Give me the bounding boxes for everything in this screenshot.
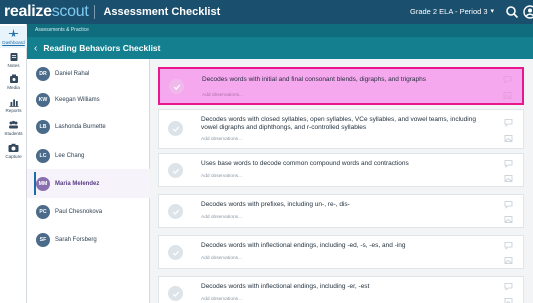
observations-input[interactable]: Add observations... — [201, 297, 242, 302]
rail-label: Reports — [5, 108, 22, 113]
comment-icon[interactable] — [504, 118, 513, 127]
student-item[interactable]: LC Lee Chang — [27, 141, 150, 170]
comment-icon[interactable] — [504, 241, 513, 250]
student-name: Maria Melendez — [55, 180, 100, 187]
top-bar: realizescout Assessment Checklist Grade … — [0, 0, 533, 24]
student-item[interactable]: LB Lashonda Burnette — [27, 112, 150, 141]
check-circle-icon[interactable] — [168, 121, 183, 136]
media-icon — [9, 74, 18, 83]
avatar: SF — [36, 232, 50, 247]
avatar: PC — [36, 204, 50, 219]
rail-students[interactable]: Students — [0, 120, 27, 136]
student-list: DR Daniel Rahal KW Keegan Williams LB La… — [27, 59, 150, 303]
check-circle-icon[interactable] — [168, 245, 183, 260]
image-icon[interactable] — [504, 256, 513, 265]
class-selector[interactable]: Grade 2 ELA - Period 3 ▾ — [410, 0, 494, 24]
image-icon[interactable] — [504, 215, 513, 224]
image-icon[interactable] — [504, 297, 513, 303]
back-arrow-icon[interactable]: ‹ — [27, 43, 43, 54]
item-text: Decodes words with closed syllables, ope… — [201, 116, 476, 131]
avatar: KW — [36, 92, 50, 107]
image-icon[interactable] — [503, 91, 512, 100]
observations-input[interactable]: Add observations... — [201, 256, 242, 261]
breadcrumb[interactable]: Assessments & Practice — [27, 24, 533, 37]
student-name: Sarah Forsberg — [55, 236, 97, 243]
student-item[interactable]: SF Sarah Forsberg — [27, 225, 150, 254]
student-name: Lashonda Burnette — [55, 123, 106, 130]
comment-icon[interactable] — [503, 75, 512, 84]
rail-notes[interactable]: Notes — [0, 52, 27, 68]
rail-capture[interactable]: Capture — [0, 143, 27, 159]
search-icon[interactable] — [505, 5, 519, 19]
checklist-title: Reading Behaviors Checklist — [43, 43, 161, 53]
divider — [94, 5, 96, 19]
check-circle-icon[interactable] — [168, 286, 183, 301]
checklist-item[interactable]: Decodes words with inflectional endings,… — [158, 235, 524, 269]
student-name: Lee Chang — [55, 152, 85, 159]
checklist-item[interactable]: Decodes words with prefixes, including u… — [158, 194, 524, 228]
comment-icon[interactable] — [504, 282, 513, 291]
checklist-item[interactable]: Decodes words with closed syllables, ope… — [158, 109, 524, 149]
image-icon[interactable] — [504, 134, 513, 143]
item-text: Decodes words with inflectional endings,… — [201, 283, 370, 290]
checklist-item[interactable]: Decodes words with initial and final con… — [158, 67, 524, 105]
reports-icon — [9, 99, 18, 107]
checklist-panel: Decodes words with initial and final con… — [150, 59, 533, 303]
rail-label: Capture — [5, 154, 22, 159]
rail-label: Dashboard — [2, 40, 25, 45]
image-icon[interactable] — [504, 174, 513, 183]
item-text: Decodes words with prefixes, including u… — [201, 201, 350, 208]
student-item[interactable]: PC Paul Chesnokova — [27, 197, 150, 226]
class-selector-label: Grade 2 ELA - Period 3 — [410, 7, 488, 16]
student-name: Keegan Williams — [55, 96, 100, 103]
rail-media[interactable]: Media — [0, 74, 27, 90]
user-icon[interactable] — [523, 5, 533, 19]
rail-dashboard[interactable]: Dashboard — [0, 26, 27, 48]
item-text: Uses base words to decode common compoun… — [201, 160, 409, 167]
item-text: Decodes words with initial and final con… — [202, 76, 427, 83]
observations-input[interactable]: Add observations... — [202, 93, 243, 98]
page-title: Assessment Checklist — [103, 6, 221, 18]
app-logo[interactable]: realizescout — [0, 0, 89, 24]
comment-icon[interactable] — [504, 200, 513, 209]
observations-input[interactable]: Add observations... — [201, 174, 242, 179]
avatar: DR — [36, 66, 50, 81]
student-name: Paul Chesnokova — [55, 208, 103, 215]
camera-icon — [8, 143, 19, 152]
check-circle-icon[interactable] — [168, 163, 183, 178]
rail-label: Notes — [7, 63, 20, 68]
notes-icon — [10, 53, 17, 61]
observations-input[interactable]: Add observations... — [201, 137, 242, 142]
check-circle-icon[interactable] — [168, 204, 183, 219]
rail-label: Students — [4, 131, 23, 136]
item-text: Decodes words with inflectional endings,… — [201, 242, 406, 249]
sub-header: ‹ Reading Behaviors Checklist — [27, 37, 533, 59]
chevron-down-icon: ▾ — [490, 8, 495, 15]
avatar: LB — [36, 119, 50, 134]
student-item[interactable]: DR Daniel Rahal — [27, 59, 150, 88]
students-icon — [9, 120, 18, 129]
comment-icon[interactable] — [504, 159, 513, 168]
compass-icon — [8, 28, 19, 38]
checklist-item[interactable]: Decodes words with inflectional endings,… — [158, 276, 524, 303]
left-rail: Dashboard Notes Media Reports Students C… — [0, 24, 27, 303]
rail-label: Media — [7, 85, 20, 90]
rail-reports[interactable]: Reports — [0, 97, 27, 113]
checklist-item[interactable]: Uses base words to decode common compoun… — [158, 153, 524, 187]
student-item-selected[interactable]: MM Maria Melendez — [27, 169, 150, 198]
observations-input[interactable]: Add observations... — [201, 215, 242, 220]
student-name: Daniel Rahal — [55, 70, 90, 77]
student-item[interactable]: KW Keegan Williams — [27, 85, 150, 114]
avatar: MM — [36, 176, 50, 191]
avatar: LC — [36, 148, 50, 163]
check-circle-icon[interactable] — [169, 79, 184, 94]
